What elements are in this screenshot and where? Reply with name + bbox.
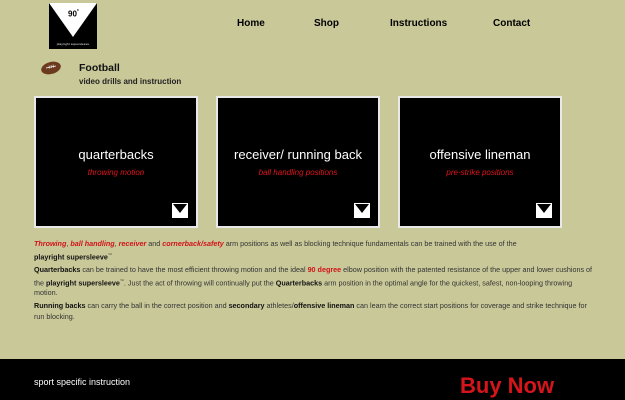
brand-mark-icon — [172, 203, 188, 218]
running-backs-paragraph: Running backs can carry the ball in the … — [34, 301, 587, 321]
card-subtitle: throwing motion — [87, 168, 145, 177]
buy-now-button[interactable]: Buy Now — [460, 373, 554, 399]
brand-mark-icon — [354, 203, 370, 218]
card-receiver-running-back[interactable]: receiver/ running back ball handling pos… — [216, 96, 380, 228]
card-subtitle: ball handling positions — [258, 168, 338, 177]
intro-paragraph: Throwing, ball handling, receiver and co… — [34, 239, 517, 261]
card-quarterbacks[interactable]: quarterbacks throwing motion — [34, 96, 198, 228]
nav-instructions[interactable]: Instructions — [390, 18, 447, 29]
nav-shop[interactable]: Shop — [314, 18, 339, 29]
logo-tagline: playright supersleeve — [56, 42, 90, 46]
page-title: Football — [79, 62, 120, 74]
football-icon — [41, 61, 61, 75]
card-title: offensive lineman — [429, 147, 531, 162]
brand-mark-icon — [536, 203, 552, 218]
main-nav: Home Shop Instructions Contact — [0, 18, 625, 32]
quarterbacks-paragraph: Quarterbacks can be trained to have the … — [34, 265, 593, 298]
nav-home[interactable]: Home — [237, 18, 265, 29]
footer-tagline: sport specific instruction — [34, 377, 131, 387]
card-offensive-lineman[interactable]: offensive lineman pre-strike positions — [398, 96, 562, 228]
footer-bar: sport specific instruction Buy Now — [0, 359, 625, 400]
nav-contact[interactable]: Contact — [493, 18, 530, 29]
card-title: quarterbacks — [78, 147, 154, 162]
card-title: receiver/ running back — [234, 147, 362, 162]
card-subtitle: pre-strike positions — [446, 168, 514, 177]
page-subtitle: video drills and instruction — [79, 77, 182, 86]
